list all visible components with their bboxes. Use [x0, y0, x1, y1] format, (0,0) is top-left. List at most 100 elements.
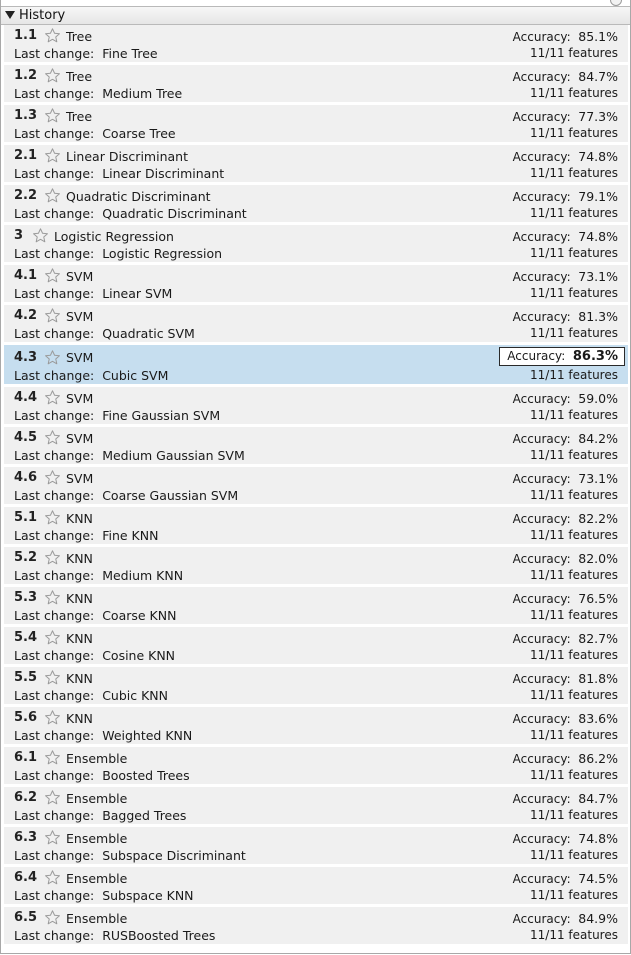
- accuracy-label: Accuracy:: [512, 110, 571, 124]
- model-row[interactable]: 2.2 Quadratic Discriminant Last change: Qu…: [4, 185, 628, 222]
- favorite-star-icon[interactable]: [44, 67, 61, 84]
- last-change-label: Last change:: [14, 286, 95, 301]
- favorite-star-icon[interactable]: [32, 227, 49, 244]
- last-change-label: Last change:: [14, 928, 95, 943]
- model-type: Linear Discriminant: [66, 149, 188, 164]
- model-number: 5.5: [14, 670, 38, 685]
- favorite-star-icon[interactable]: [44, 147, 61, 164]
- accuracy-value: 84.9%: [578, 911, 618, 926]
- model-number: 2.2: [14, 188, 38, 203]
- favorite-star-icon[interactable]: [44, 589, 61, 606]
- model-row[interactable]: 4.2 SVM Last change: Quadratic SVM Accuracy…: [4, 305, 628, 342]
- last-change-label: Last change:: [14, 246, 95, 261]
- last-change-label: Last change:: [14, 126, 95, 141]
- model-row[interactable]: 5.4 KNN Last change: Cosine KNN Accuracy: 8…: [4, 627, 628, 664]
- last-change-label: Last change:: [14, 166, 95, 181]
- features-count: 11/11 features: [530, 688, 618, 702]
- accuracy-label: Accuracy:: [512, 752, 571, 766]
- last-change-value: Fine Tree: [102, 46, 158, 61]
- history-title: History: [19, 8, 66, 23]
- collapse-triangle-icon[interactable]: [5, 11, 15, 19]
- favorite-star-icon[interactable]: [44, 509, 61, 526]
- favorite-star-icon[interactable]: [44, 749, 61, 766]
- last-change-value: Quadratic SVM: [102, 326, 195, 341]
- favorite-star-icon[interactable]: [44, 789, 61, 806]
- model-type: Ensemble: [66, 911, 128, 926]
- features-count: 11/11 features: [530, 928, 618, 942]
- last-change-value: Coarse Tree: [102, 126, 176, 141]
- model-row[interactable]: 4.6 SVM Last change: Coarse Gaussian SVM Ac…: [4, 467, 628, 504]
- favorite-star-icon[interactable]: [44, 389, 61, 406]
- features-count: 11/11 features: [530, 246, 618, 260]
- last-change-label: Last change:: [14, 488, 95, 503]
- model-row[interactable]: 5.1 KNN Last change: Fine KNN Accuracy: 82.…: [4, 507, 628, 544]
- accuracy-label: Accuracy:: [512, 150, 571, 164]
- favorite-star-icon[interactable]: [44, 669, 61, 686]
- accuracy-label: Accuracy:: [512, 632, 571, 646]
- history-list: 1.1 Tree Last change: Fine Tree Accuracy: 8…: [4, 25, 628, 947]
- model-row[interactable]: 1.1 Tree Last change: Fine Tree Accuracy: 8…: [4, 25, 628, 62]
- model-number: 4.5: [14, 430, 38, 445]
- last-change-line: Last change: Fine Tree: [14, 46, 158, 61]
- favorite-star-icon[interactable]: [44, 307, 61, 324]
- accuracy-display: Accuracy: 82.2%: [513, 511, 618, 526]
- accuracy-label: Accuracy:: [512, 30, 571, 44]
- model-row[interactable]: 4.1 SVM Last change: Linear SVM Accuracy: 7…: [4, 265, 628, 302]
- model-row[interactable]: 3 Logistic Regression Last change: Logisti…: [4, 225, 628, 262]
- last-change-label: Last change:: [14, 46, 95, 61]
- model-type: KNN: [66, 511, 93, 526]
- accuracy-value: 74.8%: [578, 149, 618, 164]
- model-row[interactable]: 5.3 KNN Last change: Coarse KNN Accuracy: 7…: [4, 587, 628, 624]
- model-type: SVM: [66, 350, 94, 365]
- favorite-star-icon[interactable]: [44, 27, 61, 44]
- features-count: 11/11 features: [530, 528, 618, 542]
- favorite-star-icon[interactable]: [44, 267, 61, 284]
- model-row[interactable]: 5.6 KNN Last change: Weighted KNN Accuracy:…: [4, 707, 628, 744]
- favorite-star-icon[interactable]: [44, 429, 61, 446]
- favorite-star-icon[interactable]: [44, 187, 61, 204]
- favorite-star-icon[interactable]: [44, 469, 61, 486]
- favorite-star-icon[interactable]: [44, 869, 61, 886]
- accuracy-value: 81.3%: [578, 309, 618, 324]
- model-number: 5.2: [14, 550, 38, 565]
- model-row[interactable]: 4.3 SVM Last change: Cubic SVM Accuracy: 86…: [4, 345, 628, 384]
- model-row[interactable]: 1.2 Tree Last change: Medium Tree Accuracy:…: [4, 65, 628, 102]
- accuracy-label: Accuracy:: [512, 472, 571, 486]
- last-change-line: Last change: Coarse KNN: [14, 608, 176, 623]
- accuracy-value: 86.2%: [578, 751, 618, 766]
- model-row[interactable]: 6.5 Ensemble Last change: RUSBoosted Trees…: [4, 907, 628, 944]
- features-count: 11/11 features: [530, 848, 618, 862]
- model-row[interactable]: 6.4 Ensemble Last change: Subspace KNN Accu…: [4, 867, 628, 904]
- model-row[interactable]: 5.5 KNN Last change: Cubic KNN Accuracy: 81…: [4, 667, 628, 704]
- favorite-star-icon[interactable]: [44, 629, 61, 646]
- model-row[interactable]: 6.3 Ensemble Last change: Subspace Discrim…: [4, 827, 628, 864]
- features-count: 11/11 features: [530, 46, 618, 60]
- model-number: 5.6: [14, 710, 38, 725]
- history-header[interactable]: History: [1, 6, 630, 25]
- model-row[interactable]: 6.1 Ensemble Last change: Boosted Trees Acc…: [4, 747, 628, 784]
- model-row[interactable]: 6.2 Ensemble Last change: Bagged Trees Accu…: [4, 787, 628, 824]
- features-count: 11/11 features: [530, 86, 618, 100]
- model-row[interactable]: 1.3 Tree Last change: Coarse Tree Accuracy:…: [4, 105, 628, 142]
- accuracy-display: Accuracy: 74.8%: [513, 229, 618, 244]
- accuracy-label: Accuracy:: [512, 592, 571, 606]
- accuracy-value: 82.2%: [578, 511, 618, 526]
- accuracy-display: Accuracy: 77.3%: [513, 109, 618, 124]
- favorite-star-icon[interactable]: [44, 107, 61, 124]
- favorite-star-icon[interactable]: [44, 909, 61, 926]
- model-row[interactable]: 2.1 Linear Discriminant Last change: Linea…: [4, 145, 628, 182]
- last-change-line: Last change: Linear SVM: [14, 286, 172, 301]
- favorite-star-icon[interactable]: [44, 549, 61, 566]
- model-row[interactable]: 4.4 SVM Last change: Fine Gaussian SVM Accu…: [4, 387, 628, 424]
- last-change-label: Last change:: [14, 688, 95, 703]
- model-number: 1.2: [14, 68, 38, 83]
- features-count: 11/11 features: [530, 126, 618, 140]
- favorite-star-icon[interactable]: [44, 709, 61, 726]
- model-number: 6.4: [14, 870, 38, 885]
- favorite-star-icon[interactable]: [44, 829, 61, 846]
- model-row[interactable]: 5.2 KNN Last change: Medium KNN Accuracy: 8…: [4, 547, 628, 584]
- accuracy-display: Accuracy: 74.5%: [513, 871, 618, 886]
- features-count: 11/11 features: [530, 608, 618, 622]
- model-row[interactable]: 4.5 SVM Last change: Medium Gaussian SVM Ac…: [4, 427, 628, 464]
- favorite-star-icon[interactable]: [44, 349, 61, 366]
